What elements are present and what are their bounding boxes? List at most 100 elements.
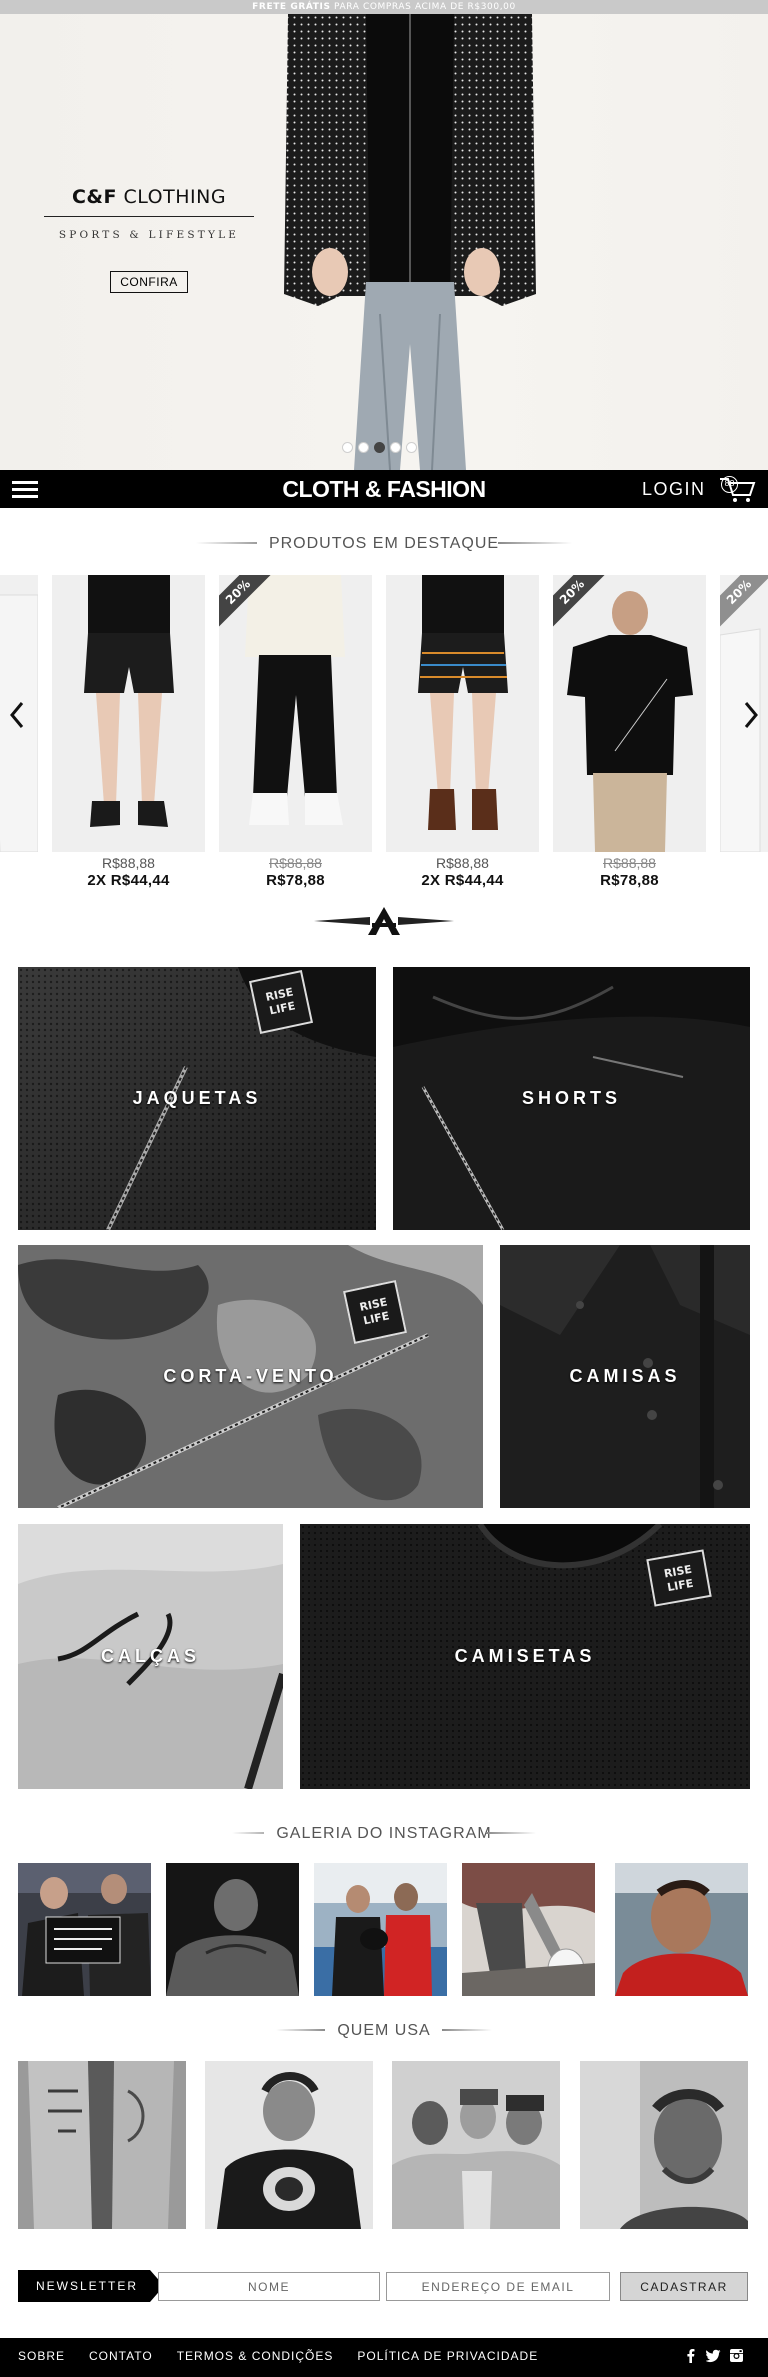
hero-brand-block: C&F CLOTHING SPORTS & LIFESTYLE CONFIRA: [44, 186, 254, 293]
facebook-icon[interactable]: [683, 2348, 698, 2363]
carousel-next-arrow-icon[interactable]: [738, 695, 764, 735]
instagram-photo[interactable]: [18, 1863, 151, 1996]
quem-usa-image: [392, 2061, 560, 2229]
product-old-price: R$88,88: [269, 855, 322, 871]
hero-slide-dot[interactable]: [358, 442, 369, 453]
social-icons: [683, 2348, 744, 2363]
promo-bar: FRETE GRÁTIS PARA COMPRAS ACIMA DE R$300…: [0, 0, 768, 14]
instagram-image: [462, 1863, 595, 1996]
hero-subtitle: SPORTS & LIFESTYLE: [58, 229, 240, 241]
striped-shorts-photo: [386, 575, 539, 852]
instagram-image: [314, 1863, 447, 1996]
quem-usa-heading-wrap: QUEM USA: [0, 2020, 768, 2040]
category-tile-corta-vento[interactable]: RISE LIFE CORTA-VENTO: [18, 1245, 483, 1508]
hero-slide-dot[interactable]: [390, 442, 401, 453]
newsletter-email-input[interactable]: [386, 2272, 610, 2301]
product-carousel: R$88,88 2X R$44,44 20% R$88,88 R$78,88 R…: [0, 575, 768, 895]
quem-usa-photo[interactable]: [205, 2061, 373, 2229]
category-label: CAMISAS: [569, 1366, 681, 1386]
cart-count-badge: 88: [721, 476, 738, 493]
category-label: CORTA-VENTO: [163, 1366, 338, 1386]
category-label: CAMISETAS: [454, 1646, 596, 1666]
hero-slide-dot[interactable]: [406, 442, 417, 453]
main-navbar: CLOTH & FASHION LOGIN 88: [0, 470, 768, 508]
hero-banner[interactable]: C&F CLOTHING SPORTS & LIFESTYLE CONFIRA: [0, 14, 768, 470]
quem-usa-heading: QUEM USA: [325, 2022, 443, 2040]
category-tile-shorts[interactable]: SHORTS: [393, 967, 750, 1230]
footer-link-contato[interactable]: CONTATO: [89, 2338, 153, 2374]
hero-model-image: [284, 14, 536, 470]
category-tile-camisas[interactable]: CAMISAS: [500, 1245, 750, 1508]
footer-links: SOBRE CONTATO TERMOS & CONDIÇÕES POLÍTIC…: [18, 2338, 538, 2374]
quem-usa-image: [18, 2061, 186, 2229]
promo-text: PARA COMPRAS ACIMA DE R$300,00: [334, 2, 516, 12]
product-price: 2X R$44,44: [421, 872, 504, 889]
category-tile-jaquetas[interactable]: RISE LIFE JAQUETAS: [18, 967, 376, 1230]
quem-usa-photo[interactable]: [580, 2061, 748, 2229]
product-image: [386, 575, 539, 852]
instagram-heading-wrap: GALERIA DO INSTAGRAM: [0, 1823, 768, 1843]
newsletter-label: NEWSLETTER: [18, 2270, 164, 2302]
newsletter-submit-button[interactable]: CADASTRAR: [620, 2272, 748, 2301]
product-price: R$78,88: [266, 872, 325, 889]
category-label: SHORTS: [521, 1088, 621, 1108]
product-price: 2X R$44,44: [87, 872, 170, 889]
ornament-right: [486, 1832, 536, 1834]
instagram-image: [18, 1863, 151, 1996]
newsletter-name-input[interactable]: [158, 2272, 380, 2301]
instagram-heading: GALERIA DO INSTAGRAM: [264, 1825, 504, 1843]
category-label: JAQUETAS: [132, 1088, 262, 1108]
instagram-image: [615, 1863, 748, 1996]
login-link[interactable]: LOGIN: [642, 470, 706, 508]
hero-slide-dot[interactable]: [342, 442, 353, 453]
featured-heading-wrap: PRODUTOS EM DESTAQUE: [0, 533, 768, 553]
instagram-photo[interactable]: [314, 1863, 447, 1996]
product-old-price: R$88,88: [603, 855, 656, 871]
cart-button[interactable]: 88: [716, 475, 756, 503]
instagram-icon[interactable]: [729, 2348, 744, 2363]
category-tile-camisetas[interactable]: RISE LIFE CAMISETAS: [300, 1524, 750, 1789]
twitter-icon[interactable]: [705, 2348, 721, 2363]
instagram-image: [166, 1863, 299, 1996]
product-price: R$78,88: [600, 872, 659, 889]
product-image: 20%: [553, 575, 706, 852]
product-card[interactable]: R$88,88 2X R$44,44: [52, 575, 205, 889]
product-image: [52, 575, 205, 852]
product-card[interactable]: R$88,88 2X R$44,44: [386, 575, 539, 889]
instagram-photo[interactable]: [166, 1863, 299, 1996]
quem-usa-photo[interactable]: [392, 2061, 560, 2229]
product-image: 20%: [219, 575, 372, 852]
hero-title-bold: C&F: [71, 186, 117, 208]
footer-link-termos[interactable]: TERMOS & CONDIÇÕES: [177, 2338, 334, 2374]
carousel-prev-arrow-icon[interactable]: [4, 695, 30, 735]
product-card[interactable]: 20% R$88,88 R$78,88: [553, 575, 706, 889]
hero-slide-dots: [342, 442, 417, 453]
hero-title-rest: CLOTHING: [123, 186, 227, 208]
shorts-photo: [52, 575, 205, 852]
quem-usa-photo[interactable]: [18, 2061, 186, 2229]
menu-hamburger-icon[interactable]: [12, 481, 38, 498]
pants-photo: [219, 575, 372, 852]
footer-link-privacidade[interactable]: POLÍTICA DE PRIVACIDADE: [357, 2338, 538, 2374]
instagram-photo[interactable]: [615, 1863, 748, 1996]
product-card[interactable]: 20% R$88,88 R$78,88: [219, 575, 372, 889]
product-old-price: R$88,88: [436, 855, 489, 871]
ornament-left: [276, 2029, 326, 2031]
ornament-right: [442, 2029, 492, 2031]
divider-emblem-icon: [314, 907, 454, 935]
featured-heading: PRODUTOS EM DESTAQUE: [256, 535, 512, 553]
quem-usa-image: [205, 2061, 373, 2229]
hero-title: C&F CLOTHING: [44, 186, 254, 217]
tshirt-photo: [553, 575, 706, 852]
product-old-price: R$88,88: [102, 855, 155, 871]
category-label: CALÇAS: [101, 1646, 200, 1666]
ornament-right: [498, 542, 572, 544]
quem-usa-image: [580, 2061, 748, 2229]
hero-slide-dot[interactable]: [374, 442, 385, 453]
footer-link-sobre[interactable]: SOBRE: [18, 2338, 65, 2374]
category-tile-calcas[interactable]: CALÇAS: [18, 1524, 283, 1789]
site-footer: SOBRE CONTATO TERMOS & CONDIÇÕES POLÍTIC…: [0, 2338, 768, 2377]
promo-bold: FRETE GRÁTIS: [252, 2, 331, 12]
instagram-photo[interactable]: [462, 1863, 595, 1996]
hero-cta-button[interactable]: CONFIRA: [110, 271, 188, 293]
